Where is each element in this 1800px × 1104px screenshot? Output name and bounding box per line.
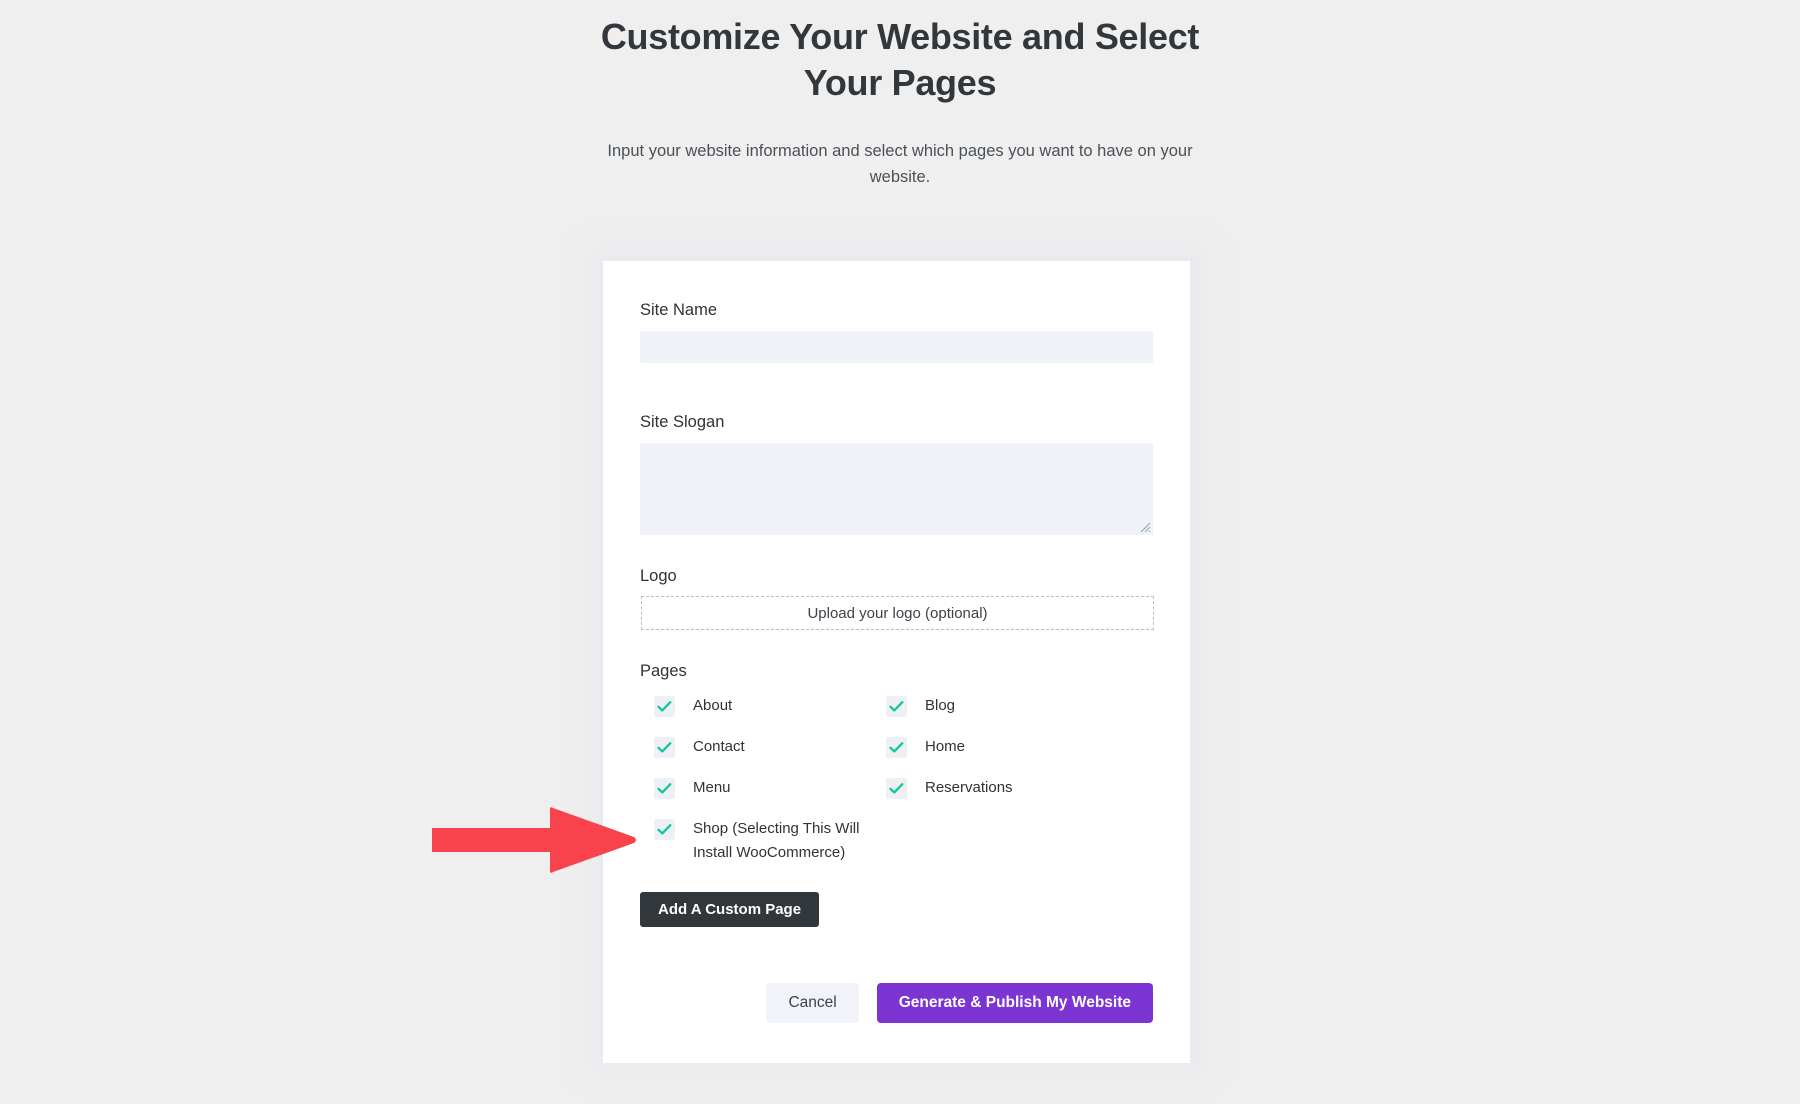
- checkbox-checked-icon[interactable]: [886, 778, 907, 799]
- pages-field-group: Pages About Blog Contact Home Menu Reser…: [640, 662, 1153, 927]
- checkbox-checked-icon[interactable]: [886, 737, 907, 758]
- page-option-blog[interactable]: Blog: [886, 695, 1118, 736]
- cancel-button[interactable]: Cancel: [766, 983, 859, 1023]
- page-subtitle: Input your website information and selec…: [607, 142, 1193, 186]
- page-option-shop[interactable]: Shop (Selecting This Will Install WooCom…: [654, 818, 886, 874]
- logo-field-group: Logo Upload your logo (optional): [640, 567, 1154, 630]
- checkbox-checked-icon[interactable]: [654, 778, 675, 799]
- form-content: Site Name Site Slogan Logo Upload your l…: [640, 301, 1154, 1023]
- page-title: Customize Your Website and Select Your P…: [600, 16, 1200, 104]
- page-option-label: Shop (Selecting This Will Install WooCom…: [693, 820, 860, 862]
- pages-checkbox-grid: About Blog Contact Home Menu Reservation…: [654, 695, 1153, 874]
- page-header: Customize Your Website and Select Your P…: [590, 14, 1210, 190]
- checkbox-checked-icon[interactable]: [654, 819, 675, 840]
- page-option-label: About: [693, 697, 733, 714]
- checkbox-checked-icon[interactable]: [654, 696, 675, 717]
- site-slogan-wrapper: [640, 443, 1153, 535]
- customize-website-page: Customize Your Website and Select Your P…: [0, 0, 1800, 1104]
- pages-label: Pages: [640, 662, 687, 680]
- page-option-contact[interactable]: Contact: [654, 736, 886, 777]
- checkbox-checked-icon[interactable]: [654, 737, 675, 758]
- customization-form-card: Site Name Site Slogan Logo Upload your l…: [603, 261, 1190, 1063]
- page-option-home[interactable]: Home: [886, 736, 1118, 777]
- site-name-field-group: Site Name: [640, 301, 1153, 363]
- page-option-label: Contact: [693, 738, 745, 755]
- form-footer-actions: Cancel Generate & Publish My Website: [640, 983, 1153, 1023]
- page-option-menu[interactable]: Menu: [654, 777, 886, 818]
- page-option-label: Home: [925, 738, 966, 755]
- logo-upload-text: Upload your logo (optional): [807, 604, 988, 622]
- page-option-label: Menu: [693, 779, 731, 796]
- page-option-label: Blog: [925, 697, 956, 714]
- site-slogan-textarea[interactable]: [640, 443, 1153, 535]
- site-name-input[interactable]: [640, 331, 1153, 363]
- page-option-reservations[interactable]: Reservations: [886, 777, 1118, 818]
- site-name-label: Site Name: [640, 301, 718, 319]
- checkbox-checked-icon[interactable]: [886, 696, 907, 717]
- site-slogan-label: Site Slogan: [640, 413, 725, 431]
- add-custom-page-button[interactable]: Add A Custom Page: [640, 892, 820, 927]
- site-slogan-field-group: Site Slogan: [640, 413, 1153, 535]
- generate-publish-button[interactable]: Generate & Publish My Website: [876, 983, 1153, 1023]
- logo-upload-dropzone[interactable]: Upload your logo (optional): [641, 596, 1154, 630]
- logo-label: Logo: [640, 567, 677, 585]
- page-option-about[interactable]: About: [654, 695, 886, 736]
- page-option-label: Reservations: [925, 779, 1013, 796]
